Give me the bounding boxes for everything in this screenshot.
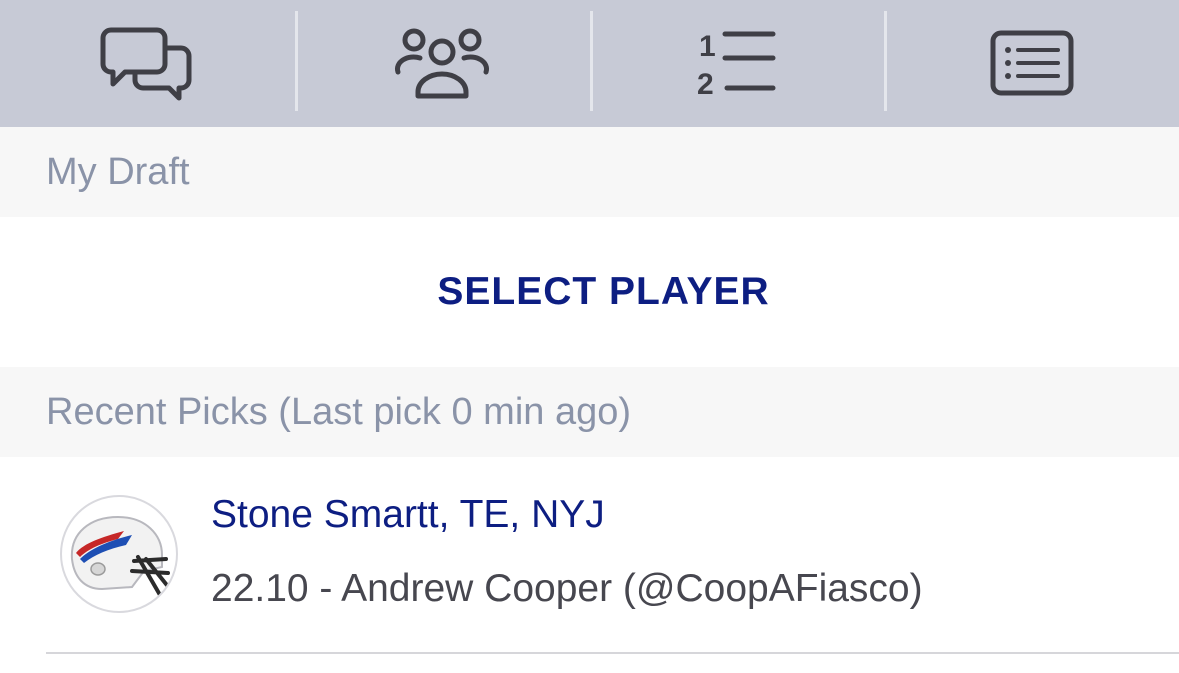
recent-picks-header: Recent Picks (Last pick 0 min ago) (0, 367, 1179, 457)
select-player-row: SELECT PLAYER (0, 217, 1179, 367)
tab-bar: 1 2 (0, 0, 1179, 127)
select-player-button[interactable]: SELECT PLAYER (437, 270, 769, 314)
list-card-icon (990, 30, 1074, 95)
pick-player-name: Stone Smartt, TE, NYJ (211, 493, 605, 536)
tab-chat[interactable] (0, 0, 295, 127)
list-item[interactable]: Stone Smartt, TE, NYJ 22.10 - Andrew Coo… (0, 457, 1179, 653)
chat-icon (100, 27, 192, 100)
avatar (60, 495, 178, 613)
my-draft-header-label: My Draft (46, 150, 190, 193)
users-icon (395, 28, 490, 98)
helmet-icon (70, 515, 172, 597)
ordered-list-icon: 1 2 (697, 30, 776, 101)
svg-text:1: 1 (699, 30, 716, 63)
tab-draft-board[interactable] (884, 0, 1179, 127)
tab-users[interactable] (294, 0, 590, 127)
my-draft-header: My Draft (0, 127, 1179, 217)
pick-detail: 22.10 - Andrew Cooper (@CoopAFiasco) (211, 567, 923, 610)
row-divider (46, 652, 1179, 654)
tab-draft-order[interactable]: 1 2 (589, 0, 885, 127)
recent-picks-header-label: Recent Picks (Last pick 0 min ago) (46, 390, 632, 433)
svg-text:2: 2 (697, 68, 714, 101)
